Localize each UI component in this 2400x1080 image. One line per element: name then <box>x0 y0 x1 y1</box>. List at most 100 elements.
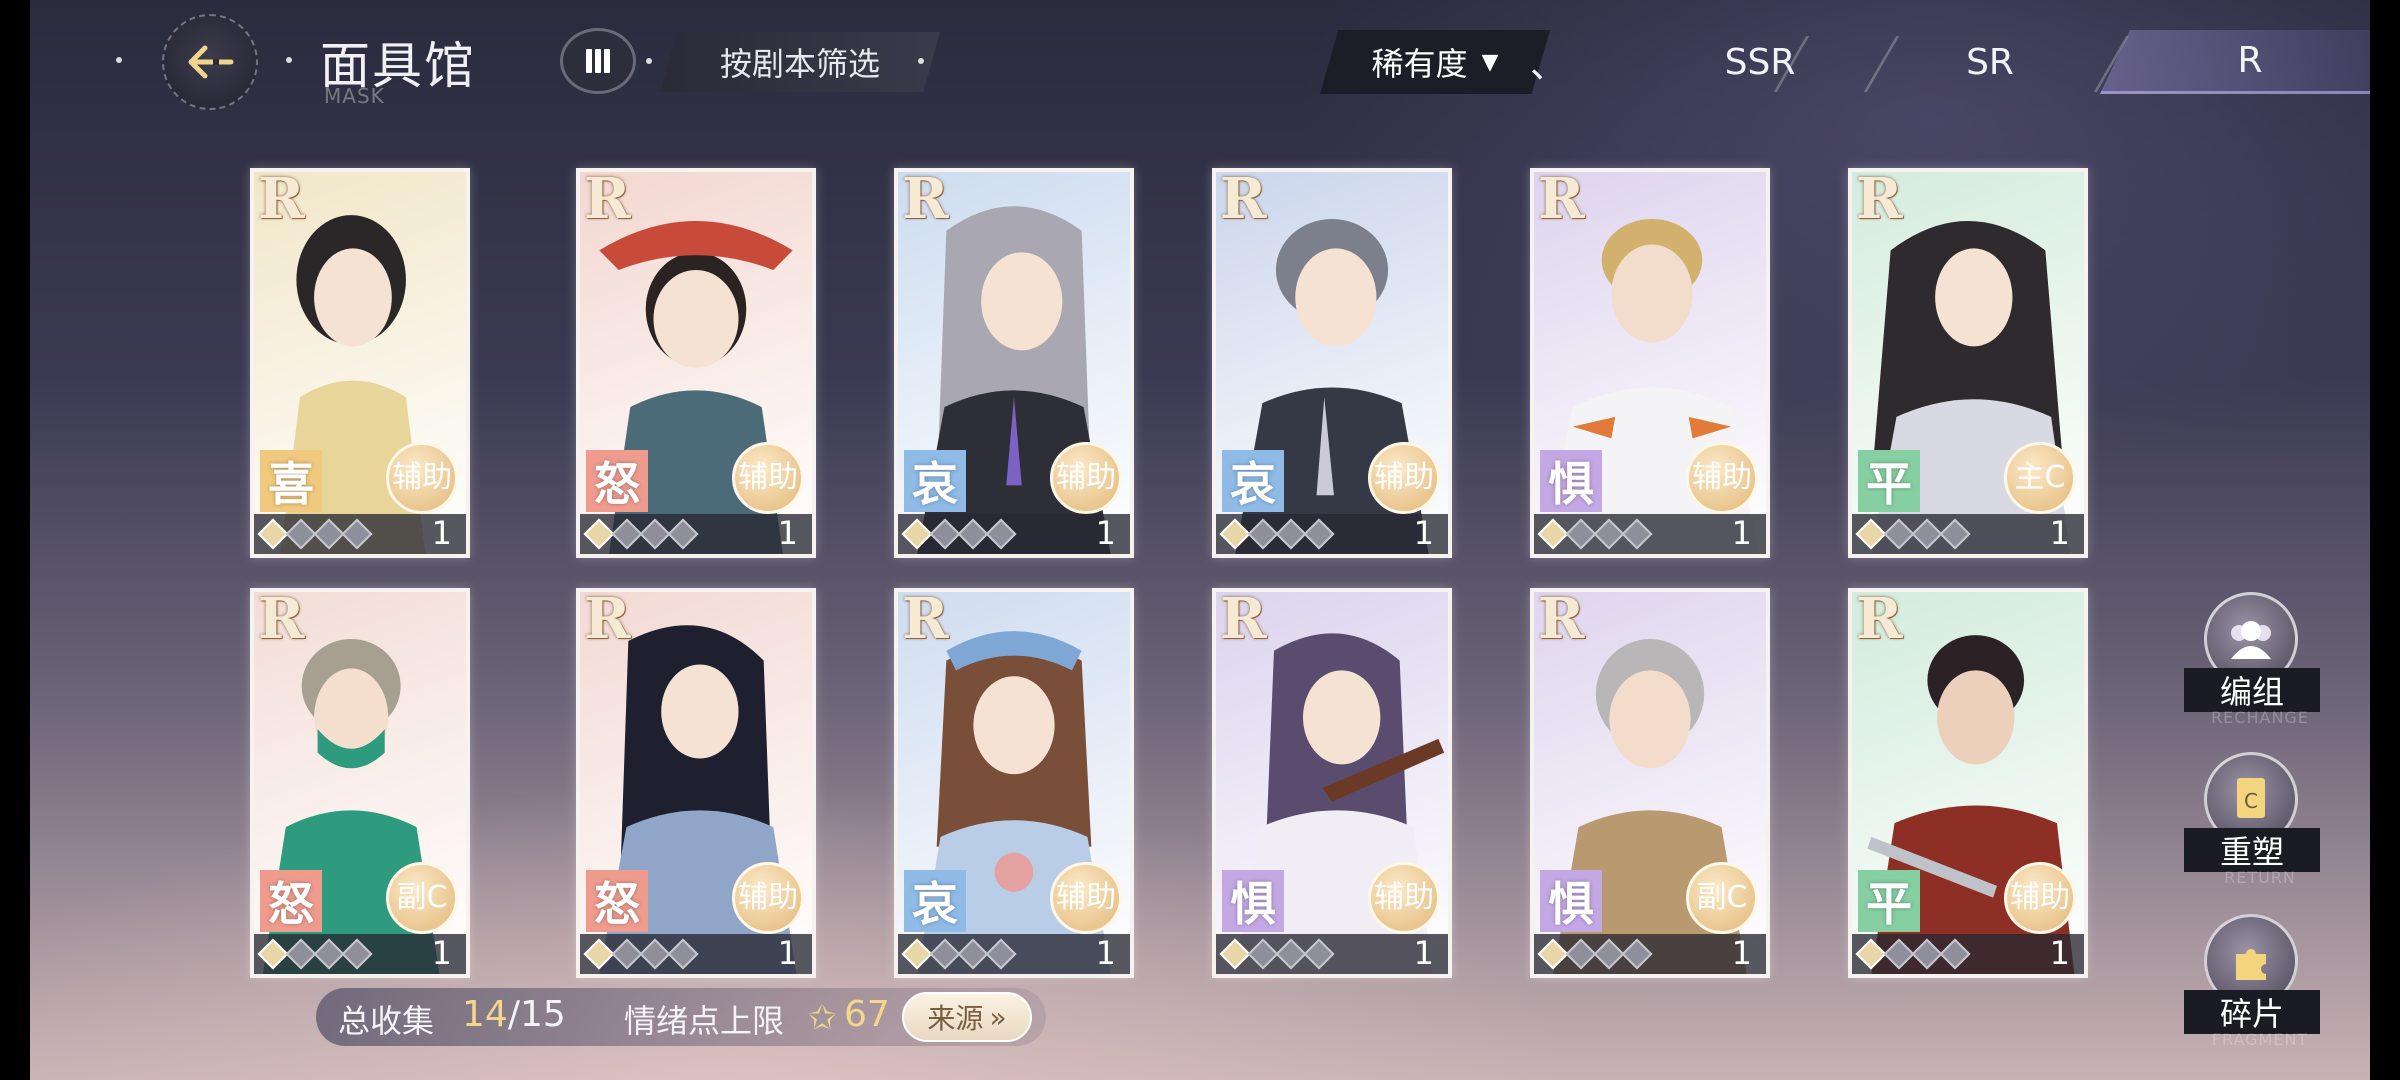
card-count: 1 <box>1413 514 1434 552</box>
diamond-icon <box>285 518 317 550</box>
reshape-label: 重塑 <box>2184 828 2320 872</box>
mask-card[interactable]: R 平 主C 1 <box>1848 168 2088 558</box>
emotion-badge: 哀 <box>1222 450 1284 512</box>
group-button[interactable]: 编组 RECHANGE <box>2180 592 2320 732</box>
emotion-badge: 哀 <box>904 870 966 932</box>
diamond-icon <box>1855 938 1887 970</box>
svg-text:C: C <box>2244 789 2258 813</box>
card-count: 1 <box>2049 934 2070 972</box>
diamond-icon <box>313 938 345 970</box>
mask-card[interactable]: R 哀 辅助 1 <box>894 168 1134 558</box>
fragment-button[interactable]: 碎片 FRAGMENT <box>2180 914 2320 1054</box>
card-count: 1 <box>1095 934 1116 972</box>
role-badge: 副C <box>1686 862 1758 934</box>
mask-card[interactable]: R 平 辅助 1 <box>1848 588 2088 978</box>
diamond-icon <box>1621 938 1653 970</box>
rarity-badge: R <box>258 588 305 652</box>
role-badge: 辅助 <box>1686 442 1758 514</box>
diamond-icon <box>1911 518 1943 550</box>
collection-total: /15 <box>507 994 566 1035</box>
reshape-ghost-text: RETURN <box>2224 868 2296 887</box>
role-badge: 辅助 <box>1050 442 1122 514</box>
diamond-icon <box>1247 938 1279 970</box>
card-count: 1 <box>1731 514 1752 552</box>
fragment-ghost-text: FRAGMENT <box>2211 1030 2309 1049</box>
diamond-icon <box>1593 518 1625 550</box>
star-icon: ✩ <box>808 998 837 1038</box>
emotion-cap-value: 67 <box>844 994 890 1035</box>
role-badge: 辅助 <box>386 442 458 514</box>
diamond-icon <box>257 938 289 970</box>
emotion-badge: 平 <box>1858 450 1920 512</box>
emotion-badge: 怒 <box>586 870 648 932</box>
rarity-badge: R <box>902 168 949 232</box>
collection-label: 总收集 <box>338 1002 435 1040</box>
mask-card[interactable]: R 哀 辅助 1 <box>1212 168 1452 558</box>
diamond-icon <box>611 938 643 970</box>
diamond-icon <box>611 518 643 550</box>
mask-card[interactable]: R 怒 副C 1 <box>250 588 470 978</box>
mask-card[interactable]: R 怒 辅助 1 <box>576 168 816 558</box>
diamond-icon <box>929 518 961 550</box>
reshape-button[interactable]: C 重塑 RETURN <box>2180 752 2320 892</box>
diamond-icon <box>639 518 671 550</box>
diamond-icon <box>1303 938 1335 970</box>
source-label: 来源 <box>927 1002 984 1035</box>
rarity-badge: R <box>902 588 949 652</box>
mask-card[interactable]: R 怒 辅助 1 <box>576 588 816 978</box>
collection-current: 14 <box>462 994 508 1035</box>
rarity-badge: R <box>1856 588 1903 652</box>
rarity-badge: R <box>1538 168 1585 232</box>
diamond-icon <box>957 938 989 970</box>
diamond-icon <box>313 518 345 550</box>
diamond-icon <box>1883 938 1915 970</box>
diamond-icon <box>1939 518 1971 550</box>
mask-card[interactable]: R 惧 辅助 1 <box>1212 588 1452 978</box>
rarity-badge: R <box>584 168 631 232</box>
diamond-icon <box>1219 518 1251 550</box>
rarity-badge: R <box>1220 588 1267 652</box>
card-count: 1 <box>1095 514 1116 552</box>
rarity-badge: R <box>1856 168 1903 232</box>
fragment-label: 碎片 <box>2184 990 2320 1034</box>
role-badge: 辅助 <box>732 862 804 934</box>
diamond-icon <box>285 938 317 970</box>
mask-card[interactable]: R 惧 辅助 1 <box>1530 168 1770 558</box>
diamond-icon <box>1537 518 1569 550</box>
diamond-icon <box>985 518 1017 550</box>
mask-card[interactable]: R 哀 辅助 1 <box>894 588 1134 978</box>
diamond-icon <box>667 938 699 970</box>
card-count: 1 <box>431 934 452 972</box>
diamond-icon <box>583 938 615 970</box>
diamond-icon <box>1883 518 1915 550</box>
rarity-badge: R <box>1538 588 1585 652</box>
role-badge: 辅助 <box>1368 442 1440 514</box>
emotion-badge: 哀 <box>904 450 966 512</box>
card-count: 1 <box>1413 934 1434 972</box>
mask-card[interactable]: R 喜 辅助 1 <box>250 168 470 558</box>
rarity-badge: R <box>584 588 631 652</box>
diamond-icon <box>1219 938 1251 970</box>
diamond-icon <box>957 518 989 550</box>
diamond-icon <box>901 938 933 970</box>
emotion-badge: 惧 <box>1540 870 1602 932</box>
group-ghost-text: RECHANGE <box>2211 708 2309 727</box>
diamond-icon <box>1911 938 1943 970</box>
card-count: 1 <box>777 514 798 552</box>
diamond-icon <box>257 518 289 550</box>
source-button[interactable]: 来源 » <box>902 992 1032 1042</box>
mask-gallery-screen: 面具馆 MASK 按剧本筛选 稀有度 ▼ 、 SSR SR R R 喜 辅助 1… <box>30 0 2370 1080</box>
diamond-icon <box>341 518 373 550</box>
emotion-cap-label: 情绪点上限 <box>624 1002 785 1040</box>
emotion-badge: 平 <box>1858 870 1920 932</box>
emotion-badge: 喜 <box>260 450 322 512</box>
mask-card[interactable]: R 惧 副C 1 <box>1530 588 1770 978</box>
diamond-icon <box>1275 518 1307 550</box>
collection-count: 14/15 <box>462 994 566 1035</box>
diamond-icon <box>1855 518 1887 550</box>
card-count: 1 <box>777 934 798 972</box>
diamond-icon <box>341 938 373 970</box>
rarity-badge: R <box>258 168 305 232</box>
card-count: 1 <box>431 514 452 552</box>
role-badge: 副C <box>386 862 458 934</box>
